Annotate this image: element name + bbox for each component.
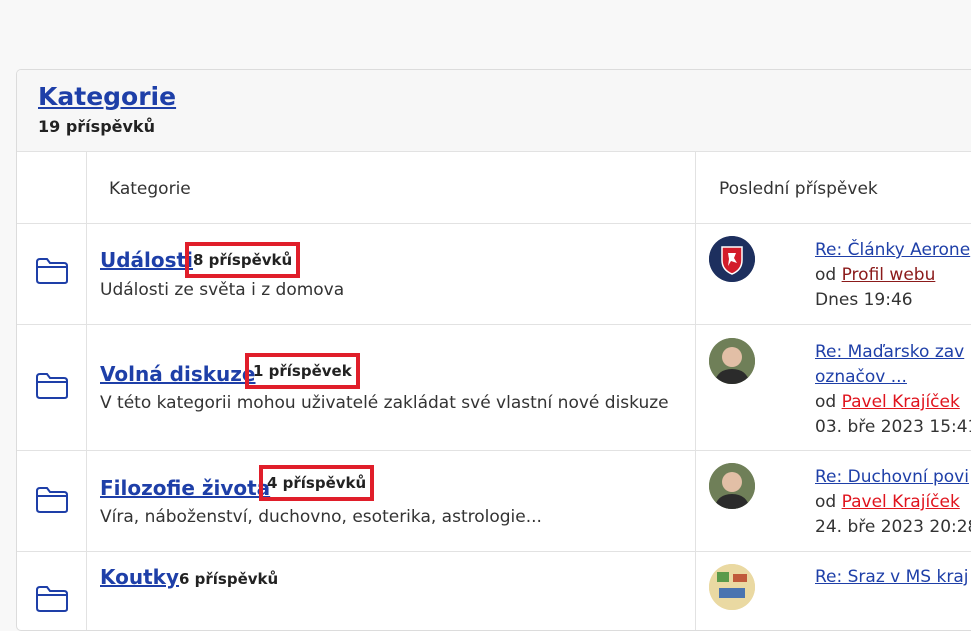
last-post-author-line: od Profil webu xyxy=(815,265,935,285)
category-link-koutky[interactable]: Koutky xyxy=(100,565,179,589)
last-post-link[interactable]: Re: Maďarsko zav xyxy=(815,342,964,362)
user-image-icon xyxy=(709,564,755,610)
user-photo-icon xyxy=(709,338,755,384)
last-post-author-line: od Pavel Krajíček xyxy=(815,392,960,412)
row-divider xyxy=(17,450,971,451)
avatar[interactable] xyxy=(709,236,755,282)
coat-of-arms-icon xyxy=(709,236,755,282)
category-description: Víra, náboženství, duchovno, esoterika, … xyxy=(100,507,542,527)
last-post-link[interactable]: Re: Sraz v MS kraj xyxy=(815,567,968,587)
post-count-total: 19 příspěvků xyxy=(38,117,155,136)
row-divider xyxy=(17,223,971,224)
author-link[interactable]: Pavel Krajíček xyxy=(842,392,960,412)
folder-icon xyxy=(36,487,68,513)
column-header-last-post: Poslední příspěvek xyxy=(719,179,878,199)
category-post-count: 4 příspěvků xyxy=(259,465,375,501)
last-post-date: 24. bře 2023 20:28 xyxy=(815,517,971,537)
panel-title-link[interactable]: Kategorie xyxy=(38,82,176,111)
avatar[interactable] xyxy=(709,463,755,509)
category-link-filozofie-zivota[interactable]: Filozofie života xyxy=(100,476,270,500)
category-description: V této kategorii mohou uživatelé zakláda… xyxy=(100,393,669,413)
folder-icon xyxy=(36,373,68,399)
last-post-date: 03. bře 2023 15:41 xyxy=(815,417,971,437)
author-link[interactable]: Profil webu xyxy=(842,265,936,285)
by-prefix: od xyxy=(815,392,837,412)
last-post-link-continued[interactable]: označov ... xyxy=(815,367,907,387)
category-post-count: 8 příspěvků xyxy=(185,242,301,278)
last-post-link[interactable]: Re: Články Aerone xyxy=(815,240,970,260)
user-photo-icon xyxy=(709,463,755,509)
categories-panel: Kategorie 19 příspěvků Kategorie Posledn… xyxy=(16,69,971,631)
category-link-udalosti[interactable]: Události xyxy=(100,248,193,272)
by-prefix: od xyxy=(815,265,837,285)
panel-header: Kategorie 19 příspěvků xyxy=(17,70,971,152)
row-divider xyxy=(17,324,971,325)
folder-icon xyxy=(36,586,68,612)
by-prefix: od xyxy=(815,492,837,512)
author-link[interactable]: Pavel Krajíček xyxy=(842,492,960,512)
category-post-count: 1 příspěvek xyxy=(245,353,360,389)
category-post-count: 6 příspěvků xyxy=(179,570,279,588)
folder-icon xyxy=(36,258,68,284)
last-post-author-line: od Pavel Krajíček xyxy=(815,492,960,512)
last-post-date: Dnes 19:46 xyxy=(815,290,913,310)
avatar[interactable] xyxy=(709,338,755,384)
row-divider xyxy=(17,551,971,552)
avatar[interactable] xyxy=(709,564,755,610)
category-link-volna-diskuze[interactable]: Volná diskuze xyxy=(100,362,256,386)
category-description: Události ze světa i z domova xyxy=(100,280,345,300)
column-header-category: Kategorie xyxy=(109,179,191,199)
last-post-link[interactable]: Re: Duchovní povi xyxy=(815,467,969,487)
